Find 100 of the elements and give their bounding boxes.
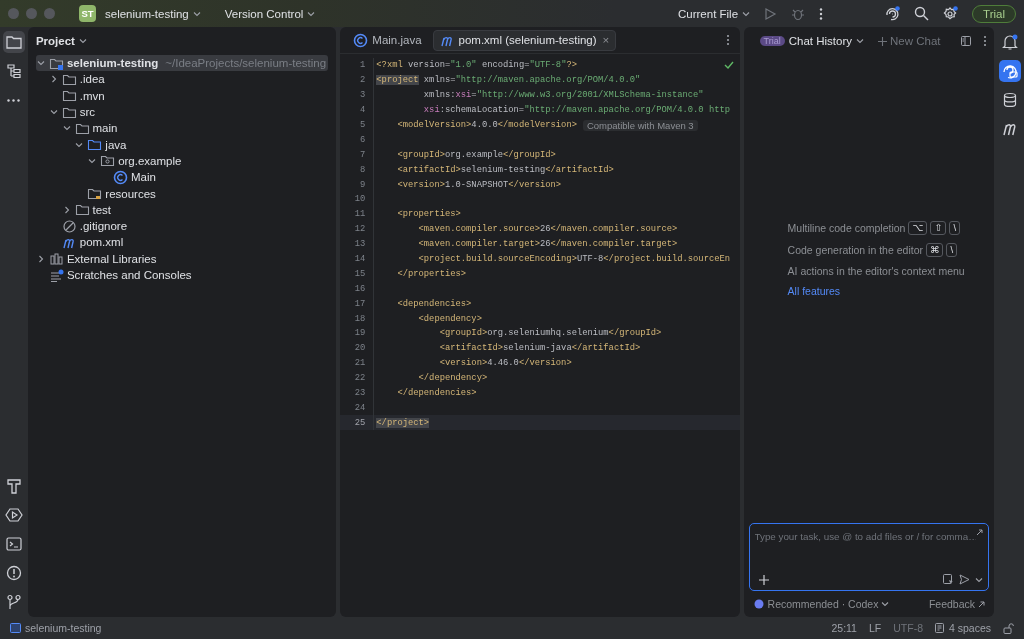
code-line: <modelVersion>4.0.0</modelVersion> [396,120,577,130]
tree-item-label: .mvn [79,89,105,102]
code-line: <version>4.46.0</version> [438,358,572,369]
add-button[interactable] [758,574,769,585]
project-badge: ST [79,5,96,22]
tree-item[interactable]: resources [35,185,329,202]
line-separator[interactable]: LF [868,622,882,634]
ai-chat-icon [1001,62,1019,80]
expand-icon [976,529,984,536]
tree-item[interactable]: selenium-testing ~/IdeaProjects/selenium-testing [35,55,329,72]
vcs-menu[interactable]: Version Control [221,5,319,22]
tip-text: AI actions in the editor's context menu [787,265,965,277]
inlay-hint: Compatible with Maven 3 [582,119,698,131]
more-icon [982,35,987,47]
send-options-button[interactable] [975,575,984,584]
status-project[interactable]: selenium-testing [25,622,102,634]
code-line: xmlns:xsi="http://www.w3.org/2001/XMLSchema-instance" [422,90,704,101]
lock-icon[interactable] [1003,622,1014,634]
chevron-down-icon [36,59,45,68]
tree-item[interactable]: src [35,103,329,121]
line-number: 18 [340,311,375,327]
tree-item[interactable]: External Libraries [35,250,329,267]
context-button[interactable] [943,574,955,585]
tree-item[interactable]: .mvn [35,87,329,104]
tree-item[interactable]: pom.xml [35,234,329,251]
settings-button[interactable] [943,6,959,21]
editor-tab[interactable]: Main.java [346,29,429,51]
tree-item-label: src [79,106,96,119]
tab-label: pom.xml (selenium-testing) [458,34,597,46]
tree-item[interactable]: java [35,136,329,153]
chevron-down-icon [975,575,984,584]
line-number: 21 [340,355,375,371]
check-icon [723,61,734,69]
line-number: 22 [340,370,375,386]
chat-options-button[interactable] [982,35,987,47]
code-line: <artifactId>selenium-java</artifactId> [438,343,641,354]
run-button[interactable] [763,6,778,21]
tree-item[interactable]: main [35,120,329,137]
code-line: xsi:schemaLocation="http://maven.apache.org/POM/4.0.0 http [422,105,731,116]
tree-item-label: Main [130,171,156,184]
chevron-down-icon [78,37,87,45]
cursor-position[interactable]: 25:11 [831,622,857,634]
indent-setting[interactable]: 4 spaces [948,622,991,634]
code-line: <project.build.sourceEncoding>UTF-8</project.build.sourceEn [417,254,731,264]
code-line: <groupId>org.example</groupId> [396,149,556,160]
search-button[interactable] [914,6,930,21]
chat-history-menu[interactable]: Chat History [788,35,864,47]
line-number: 10 [340,192,375,207]
more-icon [819,6,824,21]
line-number: 1 [340,58,375,73]
tree-item-label: selenium-testing [66,57,159,70]
scratches-icon [48,267,64,283]
shortcut-key: ⇧ [930,221,947,235]
external-arrow-icon [978,600,986,608]
tree-item[interactable]: .gitignore [35,217,329,235]
send-button[interactable] [959,574,971,585]
structure-icon [4,62,23,80]
layout-button[interactable] [960,36,971,46]
code-line: </properties> [396,268,467,279]
play-icon [763,6,778,21]
code-line: <maven.compiler.target>26</maven.compiler.target> [417,239,678,250]
tree-item-label: Scratches and Consoles [66,269,192,281]
more-button[interactable] [819,6,824,21]
bell-icon [1001,33,1019,51]
spiral-icon [885,6,901,21]
feedback-link[interactable]: Feedback [928,598,986,610]
code-line: <version>1.0-SNAPSHOT</version> [396,179,562,190]
ai-logo-icon [753,599,764,609]
tool-window-button[interactable] [999,60,1021,82]
tree-item-label: pom.xml [79,236,124,249]
folder-icon [4,33,23,51]
tree-item[interactable]: org.example [35,152,329,170]
line-number: 13 [340,236,375,252]
new-chat-button[interactable]: New Chat [872,34,947,48]
tree-item[interactable]: .idea [35,71,329,88]
line-number: 3 [340,87,375,103]
chevron-down-icon [307,9,316,18]
tool-window-button[interactable] [2,31,25,53]
chevron-down-icon [192,9,201,18]
tab-options-button[interactable] [725,34,730,46]
plus-icon [758,574,769,585]
ai-button[interactable] [885,6,901,21]
run-config-menu[interactable]: Current File [675,5,754,22]
editor-tab[interactable]: pom.xml (selenium-testing) × [432,29,617,51]
class-icon [353,32,369,48]
line-number: 20 [340,340,375,356]
trial-button[interactable]: Trial [972,4,1016,23]
tree-item[interactable]: test [35,201,329,218]
close-tab-button[interactable]: × [600,34,610,46]
line-number: 19 [340,326,375,341]
folder-icon [61,88,77,104]
code-line: <project xmlns="http://maven.apache.org/POM/4.0.0" [376,75,641,86]
chat-input-field[interactable]: Type your task, use @ to add files or / for comma… [754,529,977,544]
all-features-link[interactable]: All features [787,285,841,297]
tree-item[interactable]: Main [35,169,329,186]
trial-badge: Trial [759,36,785,46]
workspace-menu[interactable]: selenium-testing [102,5,204,22]
project-view-menu[interactable]: Project [35,35,87,47]
tree-item[interactable]: Scratches and Consoles [35,266,329,284]
model-menu[interactable]: Recommended · Codex [767,598,890,610]
